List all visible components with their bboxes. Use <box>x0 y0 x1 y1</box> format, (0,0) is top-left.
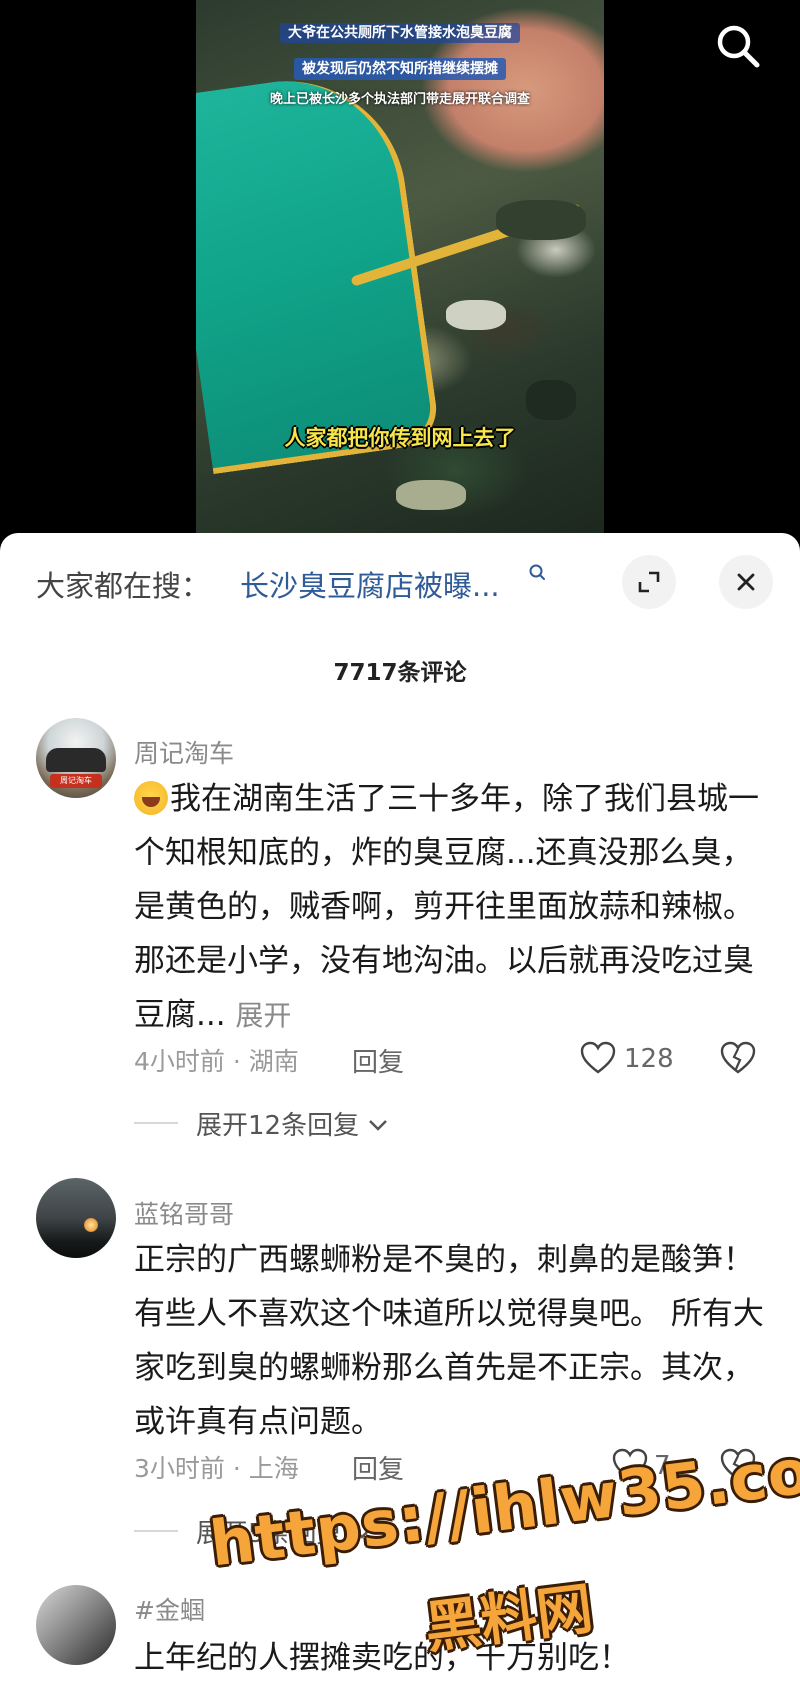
comment-timestamp-location: 3小时前 · 上海 <box>134 1454 299 1483</box>
avatar-badge: 周记淘车 <box>50 774 102 788</box>
reply-button[interactable]: 回复 <box>352 1042 404 1079</box>
comment-count: 7717条评论 <box>333 660 467 686</box>
avatar[interactable] <box>36 1585 116 1665</box>
close-sheet-button[interactable] <box>719 555 773 609</box>
trending-search-link[interactable]: 长沙臭豆腐店被曝... <box>240 563 500 605</box>
comment-sheet-header: 大家都在搜： 长沙臭豆腐店被曝... <box>0 533 800 623</box>
comment-timestamp-location: 4小时前 · 湖南 <box>134 1047 299 1076</box>
video-caption-note: 晚上已被长沙多个执法部门带走展开联合调查 <box>269 92 530 107</box>
avatar[interactable]: 周记淘车 <box>36 718 116 798</box>
camo-spot <box>396 480 466 510</box>
laughing-emoji-icon <box>134 781 168 815</box>
video-caption-subtitle: 被发现后仍然不知所措继续摆摊 <box>196 58 604 80</box>
video-speech-subtitle: 人家都把你传到网上去了 <box>284 426 516 450</box>
avatar[interactable] <box>36 1178 116 1258</box>
expand-sheet-button[interactable] <box>622 555 676 609</box>
avatar-sunset <box>84 1218 98 1232</box>
like-count: 128 <box>624 1044 674 1074</box>
expand-icon <box>638 571 660 593</box>
divider-line <box>134 1530 178 1532</box>
video-player[interactable]: 大爷在公共厕所下水管接水泡臭豆腐 被发现后仍然不知所措继续摆摊 晚上已被长沙多个… <box>0 0 800 545</box>
close-icon <box>737 573 755 591</box>
broken-heart-icon[interactable] <box>720 1041 756 1075</box>
expand-replies-button[interactable]: 展开12条回复 <box>196 1105 389 1142</box>
expand-comment-link[interactable]: 展开 <box>235 999 291 1032</box>
heart-icon[interactable] <box>580 1041 616 1075</box>
divider-line <box>134 1122 178 1124</box>
small-search-icon[interactable] <box>528 563 548 583</box>
camo-spot <box>496 200 586 240</box>
chevron-down-icon <box>369 1120 388 1131</box>
camo-spot <box>446 300 506 330</box>
video-search-button[interactable] <box>710 18 766 74</box>
comment-author[interactable]: 蓝铭哥哥 <box>134 1195 234 1231</box>
reply-button[interactable]: 回复 <box>352 1449 404 1486</box>
video-caption-title: 大爷在公共厕所下水管接水泡臭豆腐 <box>196 22 604 43</box>
search-icon <box>717 25 760 68</box>
camo-spot <box>526 380 576 420</box>
avatar-car-shape <box>46 748 106 772</box>
comment-text: 我在湖南生活了三十多年，除了我们县城一个知根知底的，炸的臭豆腐...还真没那么臭… <box>134 781 759 1033</box>
comment-author[interactable]: 周记淘车 <box>134 734 234 770</box>
comment-text: 正宗的广西螺蛳粉是不臭的，刺鼻的是酸笋！有些人不喜欢这个味道所以觉得臭吧。 所有… <box>134 1242 764 1440</box>
video-frame[interactable] <box>196 0 604 545</box>
trending-search-label: 大家都在搜： <box>36 569 211 603</box>
comment-author[interactable]: #金蝈 <box>134 1591 205 1627</box>
